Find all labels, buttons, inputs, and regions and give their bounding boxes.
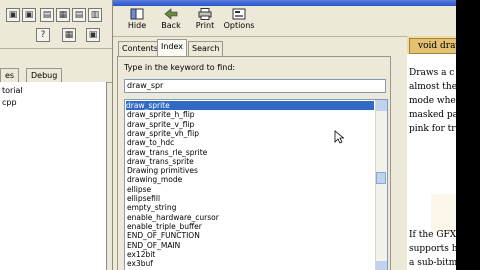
index-item[interactable]: draw_trans_sprite	[127, 157, 194, 166]
topic-text-line: mode wher	[409, 96, 456, 106]
index-item-selected[interactable]: draw_sprite	[126, 101, 374, 110]
ide-tool-button[interactable]: ▤	[72, 8, 86, 22]
topic-text-line: If the GFX	[409, 230, 456, 240]
index-item[interactable]: draw_sprite_h_flip	[127, 110, 195, 119]
topic-text-line: Draws a c	[409, 68, 455, 78]
ide-tool-button[interactable]: ▣	[6, 8, 20, 22]
mouse-pointer-icon	[334, 130, 344, 144]
index-scrollbar[interactable]	[375, 100, 387, 270]
back-arrow-icon	[164, 8, 178, 20]
ide-tab-strip: es Debug	[0, 66, 115, 83]
ide-window: ▣ ▣ ▤ ▦ ▤ ▥ ? ▦ ▣ es Debug torial cpp	[0, 0, 115, 270]
ide-tool-button[interactable]: ▥	[88, 8, 102, 22]
scroll-thumb[interactable]	[376, 172, 386, 184]
index-item[interactable]: drawing_mode	[127, 175, 182, 184]
scroll-up-button[interactable]	[376, 100, 387, 111]
ide-tool-button[interactable]: ▣	[86, 28, 100, 42]
index-item[interactable]: draw_sprite_v_flip	[127, 120, 194, 129]
keyword-input[interactable]	[124, 79, 386, 93]
keyword-label: Type in the keyword to find:	[124, 63, 236, 72]
topic-content-pane: void drav Draws a c almost the mode wher…	[407, 36, 456, 270]
index-item[interactable]: enable_triple_buffer	[127, 222, 202, 231]
ide-tool-button[interactable]: ▦	[56, 8, 70, 22]
ide-tool-button[interactable]: ?	[36, 28, 50, 42]
ide-tool-button[interactable]: ▣	[22, 8, 36, 22]
index-item[interactable]: ex3buf	[127, 259, 153, 268]
options-label: Options	[223, 21, 255, 30]
options-button[interactable]: Options	[219, 8, 259, 36]
index-list[interactable]: draw_sprite draw_sprite_h_flip draw_sprite…	[124, 99, 388, 270]
ide-tab-debug[interactable]: Debug	[26, 68, 63, 83]
ide-tab[interactable]: es	[0, 68, 20, 83]
index-item[interactable]: ellipsefill	[127, 194, 160, 203]
topic-text-line: almost the	[409, 82, 456, 92]
ide-project-pane: torial cpp	[0, 82, 107, 270]
help-toolbar: Hide Back Print Options	[113, 6, 456, 37]
topic-text-line: pink for tru	[409, 124, 456, 134]
navigation-pane: Contents Index Search Type in the keywor…	[113, 36, 398, 270]
tab-index[interactable]: Index	[157, 39, 188, 57]
help-window: Hide Back Print Options Contents Index S…	[112, 0, 456, 270]
scroll-down-button[interactable]	[376, 261, 387, 270]
index-item[interactable]: enable_hardware_cursor	[127, 213, 219, 222]
ide-toolbar: ▣ ▣ ▤ ▦ ▤ ▥ ? ▦ ▣	[0, 0, 115, 49]
topic-text-line: supports ha	[409, 244, 456, 254]
index-item[interactable]: END_OF_MAIN	[127, 241, 180, 250]
index-panel: Type in the keyword to find: draw_sprite…	[117, 56, 391, 270]
ide-tool-button[interactable]: ▤	[40, 8, 54, 22]
hide-icon	[130, 8, 144, 20]
ide-tree-item[interactable]: cpp	[2, 98, 17, 107]
options-icon	[232, 8, 246, 20]
index-item[interactable]: ex12bit	[127, 250, 155, 259]
topic-header: void drav	[409, 38, 456, 54]
index-item[interactable]: draw_to_hdc	[127, 138, 174, 147]
ide-tool-button[interactable]: ▦	[62, 28, 76, 42]
ide-tree-item[interactable]: torial	[2, 86, 23, 95]
index-item[interactable]: ellipse	[127, 185, 151, 194]
tab-contents[interactable]: Contents	[118, 41, 162, 56]
topic-text-line: masked pa	[409, 110, 456, 120]
desktop-screen: ▣ ▣ ▤ ▦ ▤ ▥ ? ▦ ▣ es Debug torial cpp Hi…	[0, 0, 456, 270]
topic-text-line: a sub-bitm	[409, 258, 456, 268]
index-item[interactable]: draw_sprite_vh_flip	[127, 129, 199, 138]
index-item[interactable]: END_OF_FUNCTION	[127, 231, 200, 240]
tab-search[interactable]: Search	[188, 41, 224, 56]
topic-header-band: void drav	[407, 36, 456, 54]
index-item[interactable]: draw_trans_rle_sprite	[127, 148, 207, 157]
index-item[interactable]: empty_string	[127, 203, 176, 212]
printer-icon	[198, 8, 212, 20]
index-item[interactable]: Drawing primitives	[127, 166, 198, 175]
code-sample-box	[431, 194, 456, 234]
